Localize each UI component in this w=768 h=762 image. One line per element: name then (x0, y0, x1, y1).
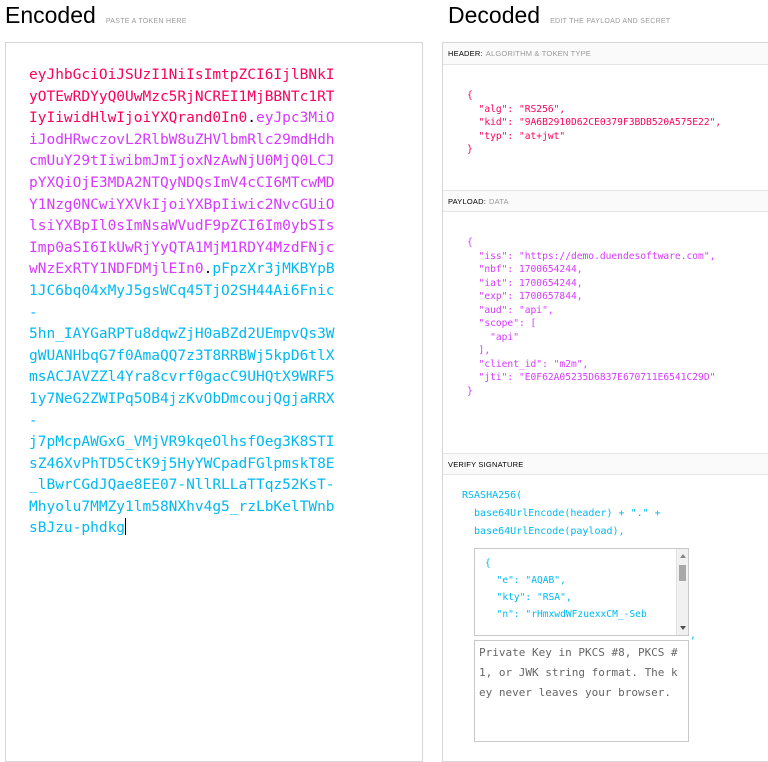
token-signature-segment: 1JC6bq04xMyJ5gsWCq45TjO2SH44Ai6Fnic (29, 282, 335, 299)
verify-section-label: VERIFY SIGNATURE (443, 453, 768, 475)
token-dot: . (247, 110, 256, 127)
header-sublabel: ALGORITHM & TOKEN TYPE (485, 49, 592, 58)
token-payload-segment: lsiYXBpIl0sImNsaWVudF9pZCI6Im0ybSIs (29, 218, 335, 235)
payload-label: PAYLOAD: (448, 197, 487, 206)
token-header-segment: IyIiwidHlwIjoiYXQrand0In0 (29, 110, 248, 127)
token-signature-segment: Mhyolu7MMZy1lm58NXhv4g5_rzLbKelTWnb (29, 498, 335, 515)
token-payload-segment: eyJpc3MiO (255, 110, 335, 127)
encoded-heading: Encoded PASTE A TOKEN HERE (5, 0, 187, 30)
token-signature-segment: - (29, 304, 38, 321)
decoded-hint: EDIT THE PAYLOAD AND SECRET (550, 18, 671, 25)
verify-signature-code: RSASHA256( base64UrlEncode(header) + "."… (462, 490, 661, 537)
text-caret (125, 518, 127, 536)
token-payload-segment: Y1Nzg0NCwiYXVkIjoiYXBpIiwic2NvcGUiO (29, 196, 335, 213)
encoded-title: Encoded (5, 2, 96, 28)
token-signature-segment: msACJAVZZl4Yra8cvrf0gacC9UHQtX9WRF5 (29, 369, 335, 386)
decoded-title: Decoded (448, 2, 541, 28)
payload-section-label: PAYLOAD: DATA (443, 190, 768, 212)
scroll-up-arrow-icon[interactable] (680, 554, 686, 558)
args-comma: , (690, 630, 697, 641)
header-label: HEADER: (448, 49, 483, 58)
token-signature-segment: sZ46XvPhTD5CtK9j5HyYWCpadFGlpmskT8E (29, 455, 335, 472)
token-payload-segment: wNzExRTY1NDFDMjlEIn0 (29, 261, 204, 278)
token-signature-segment: gWUANHbqG7f0AmaQQ7z3T8RRBWj5kpD6tlX (29, 347, 335, 364)
token-payload-segment: cmUuY29tIiwibmJmIjoxNzAwNjU0MjQ0LCJ (29, 153, 335, 170)
token-header-segment: eyJhbGciOiJSUzI1NiIsImtpZCI6IjlBNkI (29, 67, 335, 83)
public-key-editor[interactable]: { "e": "AQAB", "kty": "RSA", "n": "rHmxw… (474, 548, 689, 636)
decoded-heading: Decoded EDIT THE PAYLOAD AND SECRET (448, 0, 670, 30)
token-signature-segment: 1y7NeG2ZWIPq5OB4jzKvObDmcoujQgjaRRX (29, 390, 335, 407)
token-signature-segment: _lBwrCGdJQae8EE07-NllRLLaTTqz52KsT- (29, 477, 335, 494)
header-section-label: HEADER: ALGORITHM & TOKEN TYPE (443, 43, 768, 65)
public-key-text[interactable]: { "e": "AQAB", "kty": "RSA", "n": "rHmxw… (475, 549, 688, 623)
token-signature-segment: j7pMcpAWGxG_VMjVR9kqeOlhsfOeg3K8STI (29, 434, 335, 451)
token-payload-segment: Imp0aSI6IkUwRjYyQTA1MjM1RDY4MzdFNjc (29, 239, 335, 256)
encoded-token-editor[interactable]: eyJhbGciOiJSUzI1NiIsImtpZCI6IjlBNkI yOTE… (5, 42, 423, 762)
encoded-hint: PASTE A TOKEN HERE (105, 18, 187, 25)
token-signature-segment: 5hn_IAYGaRPTu8dqwZjH0aBZd2UEmpvQs3W (29, 326, 335, 343)
payload-json-editor[interactable]: { "iss": "https://demo.duendesoftware.co… (467, 236, 715, 398)
token-signature-segment: - (29, 412, 38, 429)
scroll-thumb[interactable] (679, 565, 686, 581)
token-payload-segment: iJodHRwczovL2RlbW8uZHVlbmRlc29mdHdh (29, 131, 335, 148)
payload-sublabel: DATA (489, 197, 509, 206)
token-payload-segment: pYXQiOjE3MDA2NTQyNDQsImV4cCI6MTcwMD (29, 174, 335, 191)
verify-label: VERIFY SIGNATURE (448, 460, 524, 469)
public-key-scrollbar[interactable] (676, 549, 688, 635)
header-json-editor[interactable]: { "alg": "RS256", "kid": "9A6B2910D62CE0… (467, 89, 721, 157)
token-signature-segment: sBJzu-phdkg (29, 520, 126, 537)
token-text[interactable]: eyJhbGciOiJSUzI1NiIsImtpZCI6IjlBNkI yOTE… (29, 65, 369, 540)
token-signature-segment: pFpzXr3jMKBYpB (212, 261, 335, 278)
token-header-segment: yOTEwRDYyQ0UwMzc5RjNCREI1MjBBNTc1RT (29, 88, 335, 105)
scroll-down-arrow-icon[interactable] (680, 626, 686, 630)
private-key-input[interactable] (474, 640, 689, 742)
